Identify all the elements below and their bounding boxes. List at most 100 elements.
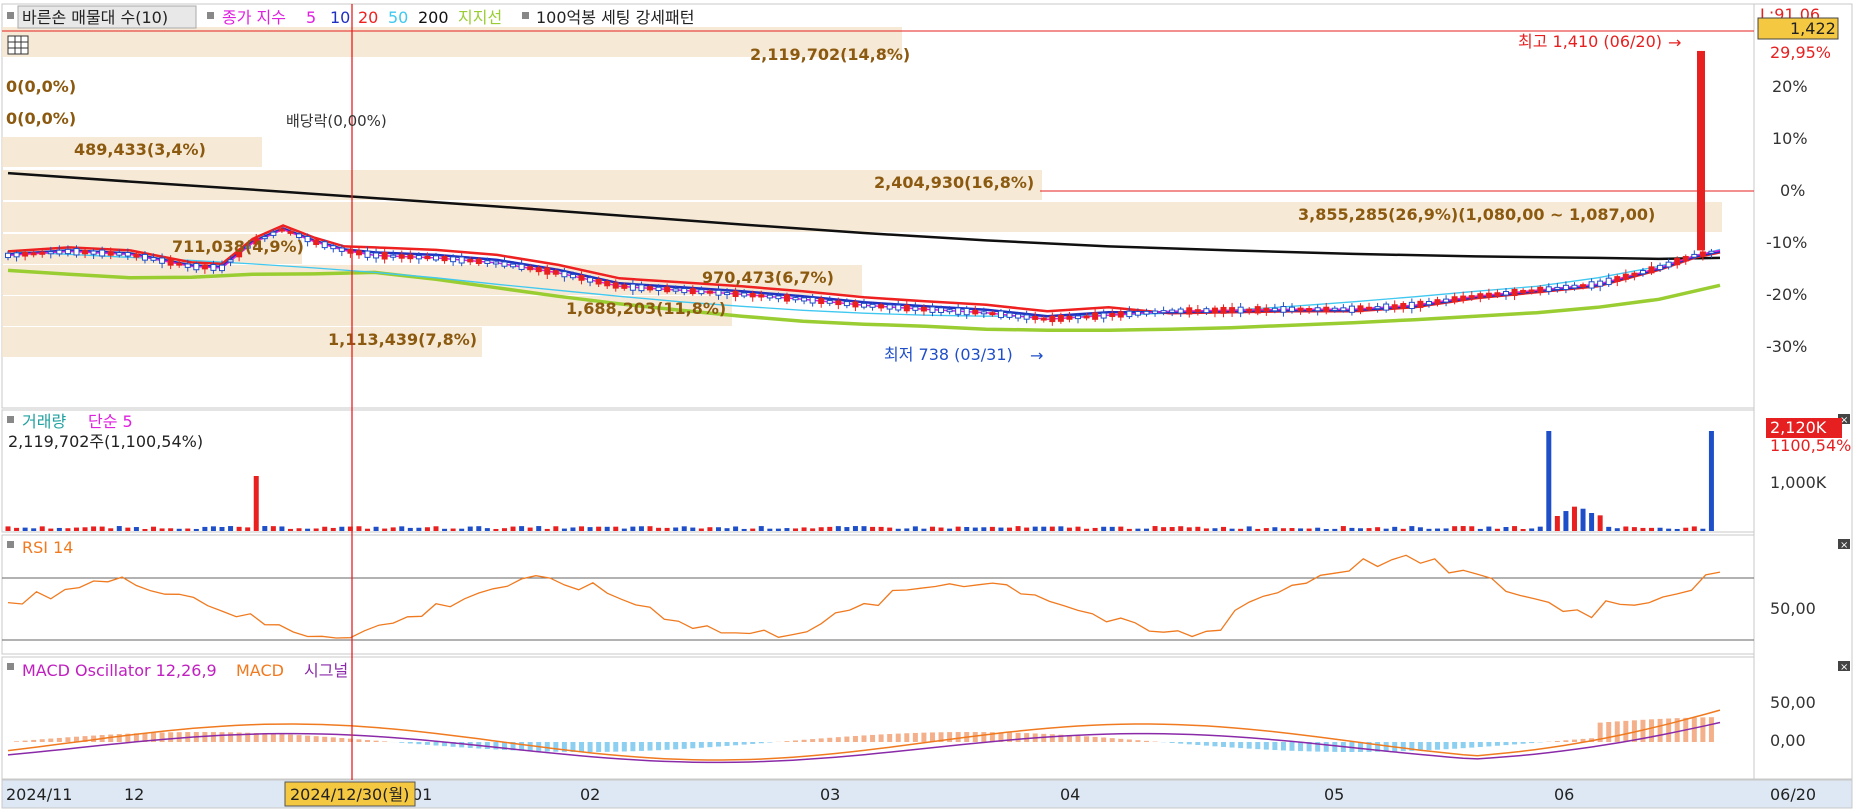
- volume-bar: [1392, 526, 1398, 531]
- volume-bar: [998, 527, 1004, 531]
- macd-osc-bar: [844, 736, 850, 742]
- macd-osc-bar: [912, 732, 918, 742]
- candle-body: [1562, 284, 1569, 291]
- candle-body: [1425, 301, 1432, 306]
- close-icon[interactable]: ×: [1838, 539, 1850, 551]
- macd-osc-bar: [287, 734, 293, 742]
- macd-osc-bar: [1503, 742, 1509, 746]
- macd-osc-bar: [168, 732, 174, 742]
- grid-icon[interactable]: [7, 35, 29, 55]
- candle-body: [501, 261, 508, 267]
- profile-label: 1,113,439(7,8%): [328, 330, 477, 349]
- close-icon[interactable]: ×: [1838, 661, 1850, 673]
- volume-panel[interactable]: [1, 409, 1755, 533]
- x-right-label: 06/20: [1770, 785, 1816, 804]
- candle-body: [176, 262, 183, 266]
- volume-bar: [39, 526, 45, 531]
- volume-bar: [313, 528, 319, 531]
- volume-bar: [407, 527, 413, 531]
- volume-bar: [929, 526, 935, 531]
- price-tick: -10%: [1766, 233, 1807, 252]
- macd-osc-bar: [1109, 738, 1115, 742]
- candle-body: [1169, 309, 1176, 313]
- macd-osc-bar: [1400, 742, 1406, 752]
- candle-body: [1006, 312, 1013, 318]
- macd-osc-bar: [228, 732, 234, 742]
- candle-body: [1220, 306, 1227, 314]
- volume-bar: [1383, 528, 1389, 531]
- ma-label: 종가 지수: [222, 8, 286, 27]
- candle-body: [1117, 311, 1124, 318]
- volume-bar: [1580, 508, 1586, 531]
- candle-body: [852, 301, 859, 308]
- candle-body: [39, 251, 46, 255]
- macd-osc-bar: [1049, 734, 1055, 742]
- current-volume: 2,120K: [1770, 418, 1827, 437]
- volume-bar: [1101, 526, 1107, 531]
- right-axis[interactable]: [1753, 3, 1853, 780]
- volume-bar: [1315, 527, 1321, 531]
- volume-bar: [1066, 527, 1072, 531]
- volume-bar: [1032, 526, 1038, 531]
- volume-bar: [1683, 527, 1689, 531]
- volume-ma-label: 단순 5: [88, 412, 133, 431]
- macd-tick: 50,00: [1770, 693, 1816, 712]
- volume-bar: [108, 528, 114, 531]
- volume-bar: [1323, 528, 1329, 531]
- macd-osc-bar: [424, 742, 430, 745]
- macd-osc-bar: [1563, 740, 1569, 742]
- candle-body: [1237, 306, 1244, 314]
- macd-osc-bar: [733, 742, 739, 746]
- candle-body: [1451, 296, 1458, 303]
- candle-body: [664, 286, 671, 293]
- volume-bar: [690, 527, 696, 531]
- macd-osc-bar: [870, 734, 876, 742]
- volume-bar: [1298, 528, 1304, 531]
- volume-bar: [613, 526, 619, 531]
- volume-bar: [579, 526, 585, 531]
- candle-body: [1357, 305, 1364, 313]
- volume-bar: [1691, 526, 1697, 531]
- candle-body: [415, 255, 422, 260]
- candle-body: [167, 258, 174, 266]
- volume-bar: [116, 526, 122, 531]
- svg-text:×: ×: [1840, 540, 1848, 551]
- volume-bar: [1289, 528, 1295, 531]
- macd-osc-bar: [176, 732, 182, 742]
- candle-body: [141, 253, 148, 261]
- volume-bar: [527, 527, 533, 531]
- volume-bar: [1255, 528, 1261, 531]
- volume-bar: [870, 526, 876, 531]
- volume-bar: [1349, 527, 1355, 531]
- volume-bar: [322, 526, 328, 531]
- macd-osc-bar: [39, 739, 45, 742]
- candle-body: [1306, 308, 1313, 312]
- candle-body: [1143, 310, 1150, 315]
- candle-body: [1588, 281, 1595, 289]
- macd-osc-bar: [596, 742, 602, 752]
- candle-body: [407, 254, 414, 260]
- macd-osc-bar: [1203, 742, 1209, 746]
- x-axis[interactable]: [1, 779, 1853, 809]
- rsi-panel[interactable]: [1, 534, 1755, 655]
- candle-body: [783, 294, 790, 302]
- volume-bar: [947, 528, 953, 531]
- macd-osc-bar: [365, 739, 371, 742]
- candle-body: [1460, 295, 1467, 301]
- volume-bar: [955, 526, 961, 531]
- volume-bar: [681, 526, 687, 531]
- current-pct: 29,95%: [1770, 43, 1831, 62]
- volume-bar: [544, 528, 550, 531]
- candle-body: [82, 250, 89, 255]
- macd-osc-bar: [1452, 742, 1458, 749]
- candle-body: [1032, 315, 1039, 320]
- volume-bar: [664, 527, 670, 531]
- volume-bar: [1503, 527, 1509, 531]
- volume-bar: [1212, 528, 1218, 531]
- volume-bar: [262, 526, 268, 531]
- candle-body: [22, 252, 29, 257]
- current-price: 1,422: [1790, 19, 1836, 38]
- volume-bar: [1435, 528, 1441, 531]
- macd-osc-bar: [1469, 742, 1475, 748]
- volume-bar: [630, 526, 636, 531]
